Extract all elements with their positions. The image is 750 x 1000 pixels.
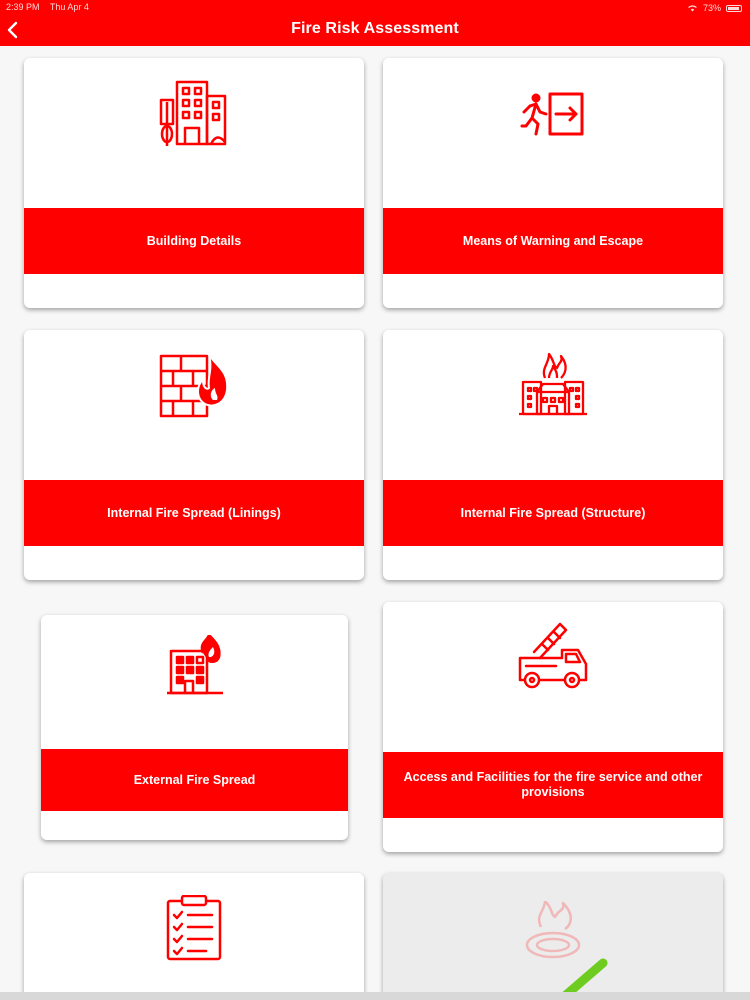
- brick-wall-fire-icon: [159, 353, 229, 418]
- status-bar-left: 2:39 PM Thu Apr 4: [6, 2, 97, 14]
- tile-external-fire-spread[interactable]: External Fire Spread: [41, 615, 348, 840]
- bottom-edge: [0, 992, 750, 1000]
- emergency-exit-icon: [520, 92, 584, 136]
- fire-ring-icon: [525, 901, 581, 959]
- navigation-bar: 2:39 PM Thu Apr 4 73% Fire Risk Assessme…: [0, 0, 750, 46]
- tile-access-and-facilities[interactable]: Access and Facilities for the fire servi…: [383, 602, 723, 852]
- status-bar-right: 73%: [687, 2, 742, 14]
- wifi-icon: [688, 5, 697, 12]
- battery-percent: 73%: [702, 3, 721, 13]
- buildings-on-fire-icon: [519, 352, 587, 416]
- battery-icon: [726, 4, 742, 12]
- tile-label: Internal Fire Spread (Linings): [24, 480, 364, 546]
- tile-label: External Fire Spread: [41, 749, 348, 811]
- tile-internal-fire-spread-linings[interactable]: Internal Fire Spread (Linings): [24, 330, 364, 580]
- tile-internal-fire-spread-structure[interactable]: Internal Fire Spread (Structure): [383, 330, 723, 580]
- tile-building-details[interactable]: Building Details: [24, 58, 364, 308]
- checklist-icon: [166, 895, 222, 961]
- tile-label: Internal Fire Spread (Structure): [383, 480, 723, 546]
- page-title: Fire Risk Assessment: [291, 20, 459, 37]
- status-time: 2:39 PM: [6, 2, 40, 12]
- fire-truck-icon: [518, 622, 588, 689]
- tile-completed[interactable]: [383, 873, 723, 1000]
- status-date: Thu Apr 4: [49, 2, 89, 12]
- tile-label: Building Details: [24, 208, 364, 274]
- tile-means-of-warning-and-escape[interactable]: Means of Warning and Escape: [383, 58, 723, 308]
- building-icon: [159, 80, 227, 146]
- tile-label: Access and Facilities for the fire servi…: [383, 752, 723, 818]
- tile-label: Means of Warning and Escape: [383, 208, 723, 274]
- building-fire-icon: [166, 635, 223, 695]
- tile-checklist[interactable]: [24, 873, 364, 1000]
